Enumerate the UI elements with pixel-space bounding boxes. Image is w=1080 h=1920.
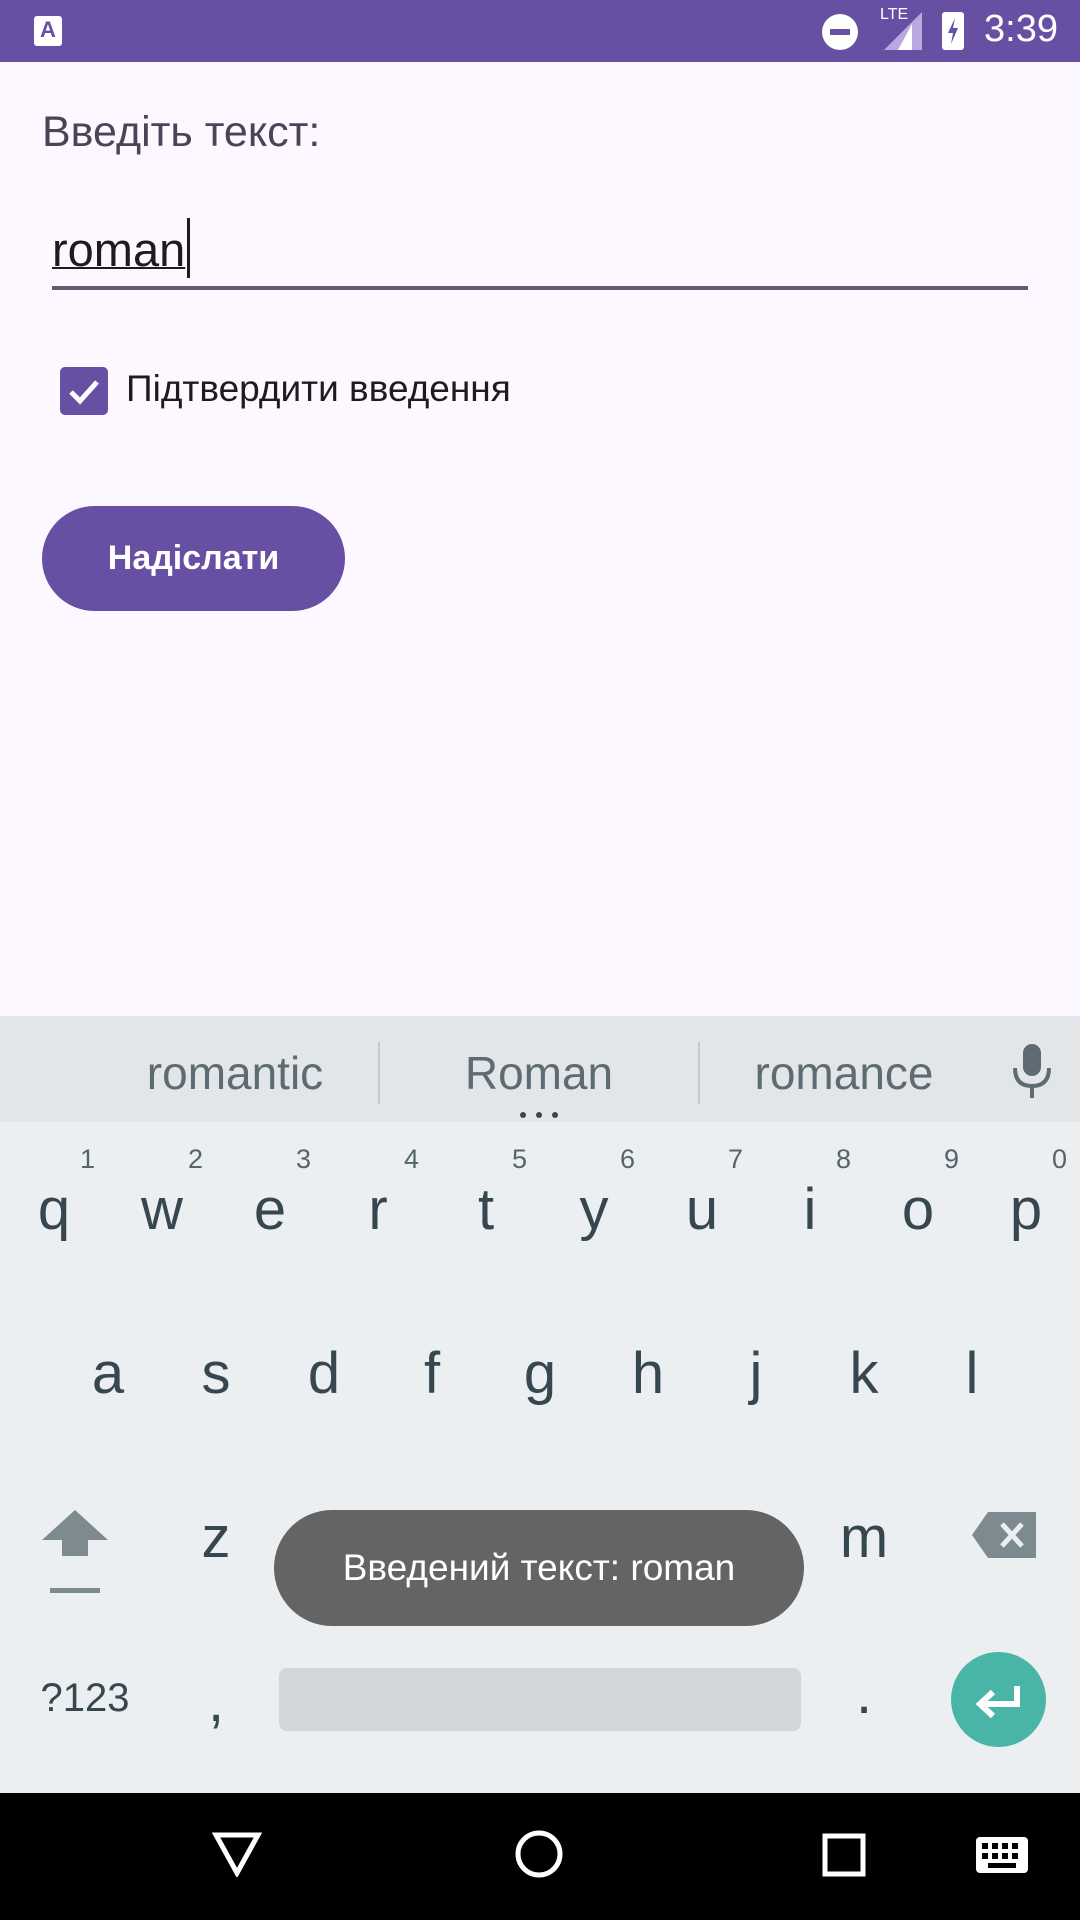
- suggestion-strip: romantic Roman romance: [0, 1016, 1080, 1122]
- signal-icon: LTE: [880, 6, 922, 50]
- more-suggestions-dots: [520, 1112, 560, 1118]
- suggestion-divider: [378, 1042, 380, 1104]
- key-hint-9: 9: [944, 1144, 960, 1174]
- key-y[interactable]: y: [554, 1176, 634, 1243]
- key-d[interactable]: d: [284, 1340, 364, 1407]
- shift-icon[interactable]: [42, 1510, 108, 1596]
- key-o[interactable]: o: [878, 1176, 958, 1243]
- key-hint-4: 4: [404, 1144, 420, 1174]
- confirm-checkbox[interactable]: [60, 367, 108, 415]
- confirm-checkbox-label[interactable]: Підтвердити введення: [126, 368, 511, 410]
- comma-key[interactable]: ,: [186, 1668, 246, 1735]
- key-hint-2: 2: [188, 1144, 204, 1174]
- key-hint-8: 8: [836, 1144, 852, 1174]
- status-time: 3:39: [984, 8, 1058, 50]
- network-type: LTE: [880, 6, 909, 23]
- suggestion-1[interactable]: romantic: [120, 1046, 350, 1100]
- backspace-icon[interactable]: [972, 1512, 1036, 1558]
- toast-message: Введений текст: roman: [274, 1510, 804, 1626]
- key-a[interactable]: a: [68, 1340, 148, 1407]
- suggestion-divider: [698, 1042, 700, 1104]
- period-key[interactable]: .: [834, 1660, 894, 1727]
- input-value: roman: [52, 223, 186, 276]
- battery-charging-icon: [942, 12, 964, 50]
- status-bar: A LTE 3:39: [0, 0, 1080, 62]
- key-hint-1: 1: [80, 1144, 96, 1174]
- key-q[interactable]: q: [14, 1176, 94, 1243]
- key-k[interactable]: k: [824, 1340, 904, 1407]
- key-s[interactable]: s: [176, 1340, 256, 1407]
- key-hint-7: 7: [728, 1144, 744, 1174]
- key-u[interactable]: u: [662, 1176, 742, 1243]
- key-l[interactable]: l: [932, 1340, 1012, 1407]
- space-bar[interactable]: [279, 1668, 801, 1731]
- key-m[interactable]: m: [824, 1504, 904, 1571]
- app-a-icon: A: [34, 16, 62, 46]
- symbols-key[interactable]: ?123: [30, 1676, 140, 1721]
- enter-key[interactable]: [951, 1652, 1046, 1747]
- mic-icon[interactable]: [1010, 1044, 1054, 1100]
- key-r[interactable]: r: [338, 1176, 418, 1243]
- recents-icon[interactable]: [822, 1833, 866, 1877]
- text-caret: [187, 218, 191, 278]
- dnd-icon: [822, 14, 858, 50]
- key-hint-3: 3: [296, 1144, 312, 1174]
- key-hint-0: 0: [1052, 1144, 1068, 1174]
- key-z[interactable]: z: [176, 1504, 256, 1571]
- prompt-label: Введіть текст:: [42, 108, 321, 156]
- enter-icon: [975, 1686, 1020, 1719]
- home-icon[interactable]: [514, 1829, 564, 1879]
- key-j[interactable]: j: [716, 1340, 796, 1407]
- key-hint-6: 6: [620, 1144, 636, 1174]
- key-t[interactable]: t: [446, 1176, 526, 1243]
- check-icon: [69, 380, 99, 405]
- navigation-bar: [0, 1793, 1080, 1920]
- key-f[interactable]: f: [392, 1340, 472, 1407]
- key-g[interactable]: g: [500, 1340, 580, 1407]
- send-button[interactable]: Надіслати: [42, 506, 345, 611]
- text-input[interactable]: roman: [52, 210, 1028, 290]
- keyboard-switch-icon[interactable]: [976, 1837, 1028, 1873]
- suggestion-3[interactable]: romance: [734, 1046, 954, 1100]
- key-i[interactable]: i: [770, 1176, 850, 1243]
- back-icon[interactable]: [212, 1831, 262, 1877]
- suggestion-2[interactable]: Roman: [428, 1046, 650, 1100]
- key-p[interactable]: p: [986, 1176, 1066, 1243]
- key-w[interactable]: w: [122, 1176, 202, 1243]
- key-e[interactable]: e: [230, 1176, 310, 1243]
- key-h[interactable]: h: [608, 1340, 688, 1407]
- key-hint-5: 5: [512, 1144, 528, 1174]
